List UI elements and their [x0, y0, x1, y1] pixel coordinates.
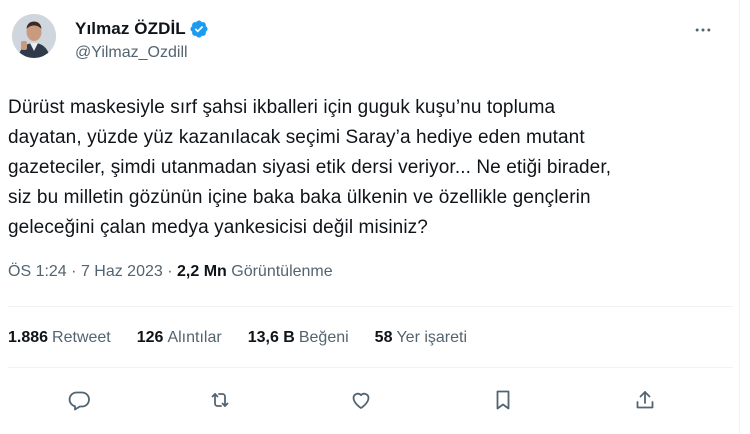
more-dots-icon[interactable] — [690, 20, 716, 40]
retweets-stat[interactable]: 1.886 Retweet — [8, 329, 111, 347]
meta-separator: · — [167, 263, 178, 280]
tweet-text-line: geleceğini çalan medya yankesicisi değil… — [8, 217, 428, 238]
tweet-date[interactable]: 7 Haz 2023 — [81, 263, 163, 280]
tweet-time[interactable]: ÖS 1:24 — [8, 263, 67, 280]
tweet-text-line: Dürüst maskesiyle sırf şahsi ikballeri i… — [8, 97, 556, 118]
retweet-button[interactable] — [206, 388, 234, 416]
share-icon — [633, 388, 657, 417]
quotes-count: 126 — [136, 329, 164, 346]
bookmarks-count: 58 — [374, 329, 393, 346]
likes-stat[interactable]: 13,6 B Beğeni — [248, 329, 349, 347]
retweets-count: 1.886 — [8, 329, 49, 346]
author-block: Yılmaz ÖZDİL @Yilmaz_Ozdill — [75, 18, 209, 62]
bookmarks-label: Yer işareti — [396, 329, 468, 346]
bookmarks-stat[interactable]: 58 Yer işareti — [375, 329, 467, 347]
tweet-text-line: dayatan, yüzde yüz kazanılacak seçimi Sa… — [8, 127, 585, 148]
tweet-text-line: siz bu milletin gözünün içine baka baka … — [8, 187, 591, 208]
retweet-icon — [208, 388, 232, 417]
heart-icon — [349, 388, 373, 417]
likes-label: Beğeni — [298, 329, 349, 346]
share-button[interactable] — [631, 388, 659, 416]
author-handle[interactable]: @Yilmaz_Ozdill — [75, 44, 209, 62]
tweet-meta: ÖS 1:24 · 7 Haz 2023 · 2,2 Mn Görüntülen… — [8, 263, 333, 281]
engagement-stats: 1.886 Retweet 126 Alıntılar 13,6 B Beğeni 5… — [8, 329, 493, 347]
reply-icon — [67, 388, 91, 417]
retweets-label: Retweet — [52, 329, 111, 346]
bookmark-icon — [491, 388, 515, 417]
quotes-label: Alıntılar — [167, 329, 222, 346]
divider — [8, 306, 733, 307]
reply-button[interactable] — [65, 388, 93, 416]
bookmark-button[interactable] — [489, 388, 517, 416]
meta-separator: · — [71, 263, 81, 280]
action-bar — [0, 388, 740, 416]
verified-badge-icon[interactable] — [189, 19, 209, 39]
quotes-stat[interactable]: 126 Alıntılar — [137, 329, 222, 347]
tweet-text: Dürüst maskesiyle sırf şahsi ikballeri i… — [8, 93, 708, 243]
like-button[interactable] — [347, 388, 375, 416]
tweet-detail: Yılmaz ÖZDİL @Yilmaz_Ozdill Dürüst maske… — [0, 0, 740, 434]
views-label: Görüntülenme — [231, 263, 333, 280]
likes-count: 13,6 B — [247, 329, 295, 346]
tweet-text-line: gazeteciler, şimdi utanmadan siyasi etik… — [8, 157, 612, 178]
author-name[interactable]: Yılmaz ÖZDİL — [75, 19, 186, 39]
divider — [8, 367, 733, 368]
avatar[interactable] — [12, 14, 56, 58]
views-count: 2,2 Mn — [177, 263, 232, 280]
